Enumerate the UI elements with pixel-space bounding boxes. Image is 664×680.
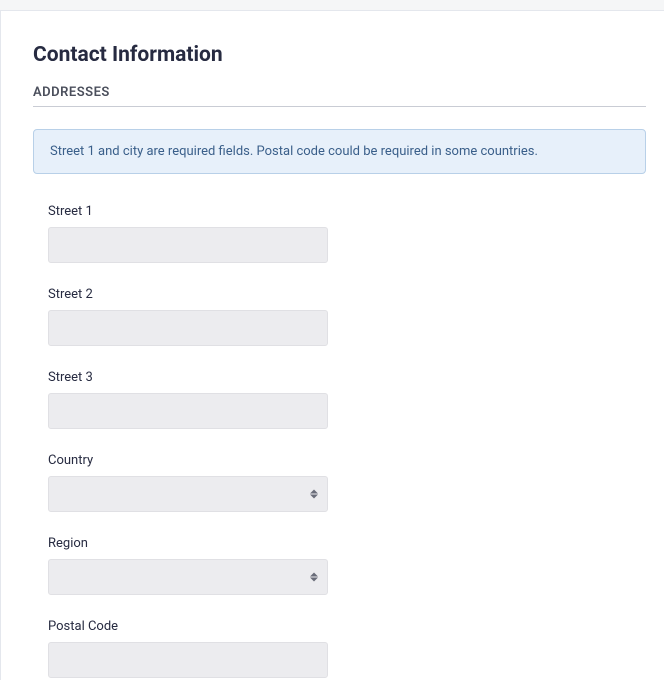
- street2-input[interactable]: [48, 310, 328, 346]
- field-group-street1: Street 1: [48, 204, 646, 263]
- country-label: Country: [48, 453, 646, 468]
- contact-info-panel: Contact Information ADDRESSES Street 1 a…: [0, 10, 664, 680]
- address-form: Street 1 Street 2 Street 3 Country: [33, 204, 646, 678]
- country-select[interactable]: [48, 476, 328, 512]
- region-select[interactable]: [48, 559, 328, 595]
- street1-label: Street 1: [48, 204, 646, 219]
- subsection-addresses-label: ADDRESSES: [33, 85, 646, 107]
- country-select-wrapper: [48, 476, 328, 512]
- street3-label: Street 3: [48, 370, 646, 385]
- info-banner: Street 1 and city are required fields. P…: [33, 129, 646, 174]
- info-banner-text: Street 1 and city are required fields. P…: [50, 144, 538, 159]
- street2-label: Street 2: [48, 287, 646, 302]
- postal-code-input[interactable]: [48, 642, 328, 678]
- region-label: Region: [48, 536, 646, 551]
- region-select-wrapper: [48, 559, 328, 595]
- field-group-postal-code: Postal Code: [48, 619, 646, 678]
- section-title: Contact Information: [33, 43, 646, 67]
- field-group-street2: Street 2: [48, 287, 646, 346]
- field-group-region: Region: [48, 536, 646, 595]
- field-group-street3: Street 3: [48, 370, 646, 429]
- street3-input[interactable]: [48, 393, 328, 429]
- field-group-country: Country: [48, 453, 646, 512]
- street1-input[interactable]: [48, 227, 328, 263]
- postal-code-label: Postal Code: [48, 619, 646, 634]
